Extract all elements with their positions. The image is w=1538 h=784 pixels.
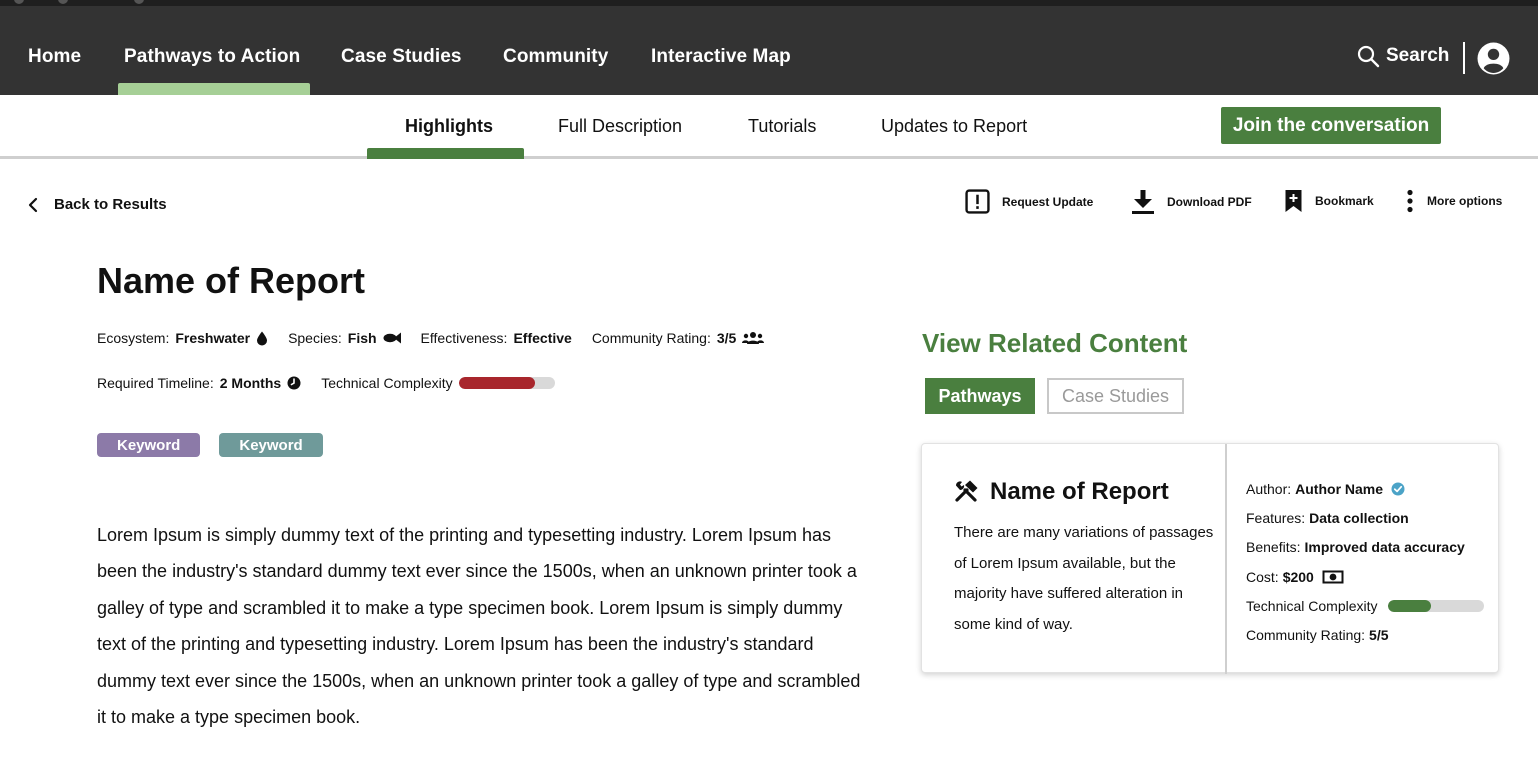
community-rating-value: 3/5: [716, 330, 737, 346]
report-meta-row-1: Ecosystem: Freshwater Species: Fish Effe…: [97, 330, 784, 346]
clock-icon: [287, 376, 301, 390]
ecosystem-meta: Ecosystem: Freshwater: [97, 330, 268, 346]
author-value: Author Name: [1295, 480, 1384, 497]
benefits-label: Benefits:: [1246, 539, 1301, 556]
ecosystem-label: Ecosystem:: [97, 330, 170, 346]
search-icon: [1357, 45, 1380, 68]
technical-complexity-label: Technical Complexity: [321, 375, 453, 391]
related-report-card[interactable]: Name of Report There are many variations…: [921, 443, 1499, 674]
active-tab-indicator: [367, 148, 524, 159]
join-conversation-button[interactable]: Join the conversation: [1221, 107, 1441, 144]
more-options-label: More options: [1427, 194, 1503, 208]
card-complexity-bar: [1387, 599, 1484, 612]
alert-square-icon: [965, 189, 990, 214]
tab-updates-to-report[interactable]: Updates to Report: [881, 116, 1027, 137]
features-label: Features:: [1246, 509, 1306, 526]
community-rating-label: Community Rating:: [591, 330, 711, 346]
fish-icon: [383, 332, 401, 344]
card-complexity-fill: [1387, 599, 1431, 612]
technical-complexity-meta: Technical Complexity: [321, 375, 555, 391]
nav-community[interactable]: Community: [503, 46, 608, 68]
related-tab-pathways[interactable]: Pathways: [925, 378, 1035, 414]
related-card-facts: Author: Author Name Features: Data colle…: [1246, 474, 1496, 650]
features-value: Data collection: [1309, 509, 1409, 526]
effectiveness-value: Effective: [513, 330, 572, 346]
download-pdf-label: Download PDF: [1167, 195, 1252, 209]
request-update-label: Request Update: [1002, 194, 1094, 209]
nav-home[interactable]: Home: [28, 46, 81, 68]
report-summary-text: Lorem Ipsum is simply dummy text of the …: [97, 525, 861, 728]
benefits-value: Improved data accuracy: [1304, 539, 1465, 556]
back-to-results-link[interactable]: Back to Results: [28, 196, 167, 213]
technical-complexity-bar: [458, 377, 555, 389]
timeline-label: Required Timeline:: [97, 375, 214, 391]
money-bill-icon: [1322, 570, 1344, 584]
window-control-dot[interactable]: [14, 0, 24, 4]
request-update-button[interactable]: Request Update: [965, 189, 1093, 214]
verified-icon: [1391, 482, 1405, 496]
search-button[interactable]: Search: [1356, 44, 1449, 68]
features-fact: Features: Data collection: [1246, 503, 1496, 532]
cost-fact: Cost: $200: [1246, 562, 1496, 591]
main-nav: Home Pathways to Action Case Studies Com…: [0, 6, 1538, 95]
species-label: Species:: [288, 330, 342, 346]
page-title: Name of Report: [97, 260, 366, 301]
author-label: Author:: [1246, 480, 1292, 497]
nav-divider: [1463, 42, 1465, 74]
people-group-icon: [742, 332, 765, 344]
bookmark-label: Bookmark: [1315, 194, 1374, 208]
active-nav-indicator: [118, 83, 310, 95]
cost-label: Cost:: [1246, 568, 1279, 585]
timeline-value: 2 Months: [219, 375, 282, 391]
community-rating-fact: Community Rating: 5/5: [1246, 620, 1496, 649]
bookmark-button[interactable]: Bookmark: [1284, 189, 1374, 213]
back-label: Back to Results: [54, 196, 167, 213]
community-rating-meta: Community Rating: 3/5: [592, 330, 765, 346]
nav-case-studies[interactable]: Case Studies: [341, 46, 462, 68]
species-meta: Species: Fish: [288, 330, 401, 346]
related-tab-case-studies[interactable]: Case Studies: [1047, 378, 1184, 414]
window-control-dot[interactable]: [58, 0, 68, 4]
related-card-title-text: Name of Report: [990, 478, 1169, 505]
author-fact: Author: Author Name: [1246, 474, 1496, 503]
user-account-icon[interactable]: [1477, 42, 1510, 75]
effectiveness-meta: Effectiveness: Effective: [421, 330, 572, 346]
card-divider: [1225, 444, 1227, 674]
keyword-list: Keyword Keyword: [97, 433, 323, 457]
technical-complexity-fill: [458, 377, 536, 389]
search-label: Search: [1386, 45, 1450, 66]
related-content-heading: View Related Content: [922, 328, 1188, 358]
window-control-dot[interactable]: [134, 0, 144, 4]
benefits-fact: Benefits: Improved data accuracy: [1246, 533, 1496, 562]
tab-full-description[interactable]: Full Description: [558, 116, 682, 137]
download-pdf-button[interactable]: Download PDF: [1131, 189, 1252, 215]
technical-complexity-fact: Technical Complexity: [1246, 591, 1496, 620]
keyword-tag[interactable]: Keyword: [97, 433, 201, 457]
related-card-description: There are many variations of passages of…: [954, 524, 1214, 633]
chevron-left-icon: [28, 197, 38, 212]
sub-nav: Highlights Full Description Tutorials Up…: [0, 95, 1538, 159]
download-icon: [1132, 190, 1154, 214]
ecosystem-value: Freshwater: [175, 330, 251, 346]
card-rating-label: Community Rating:: [1246, 627, 1366, 644]
card-complexity-label: Technical Complexity: [1246, 597, 1378, 614]
keyword-tag[interactable]: Keyword: [219, 433, 323, 457]
cost-value: $200: [1282, 568, 1314, 585]
bookmark-add-icon: [1285, 190, 1302, 212]
timeline-meta: Required Timeline: 2 Months: [97, 375, 301, 391]
effectiveness-label: Effectiveness:: [420, 330, 508, 346]
tools-icon: [955, 480, 978, 502]
nav-pathways-to-action[interactable]: Pathways to Action: [124, 46, 300, 68]
more-options-button[interactable]: More options: [1405, 189, 1502, 213]
report-meta-row-2: Required Timeline: 2 Months Technical Co…: [97, 375, 575, 391]
more-vertical-icon: [1407, 189, 1413, 213]
nav-interactive-map[interactable]: Interactive Map: [651, 46, 791, 68]
tab-tutorials[interactable]: Tutorials: [748, 116, 816, 137]
related-card-title[interactable]: Name of Report: [954, 478, 1169, 506]
water-drop-icon: [257, 331, 268, 345]
tab-highlights[interactable]: Highlights: [405, 116, 493, 137]
card-rating-value: 5/5: [1369, 627, 1389, 644]
species-value: Fish: [347, 330, 377, 346]
